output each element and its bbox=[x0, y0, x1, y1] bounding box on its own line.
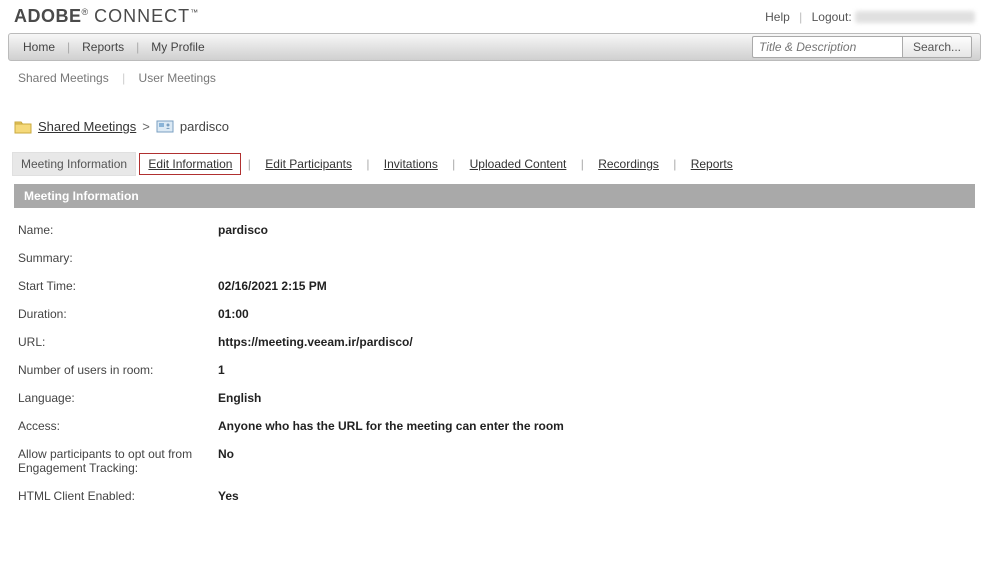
nav-my-profile[interactable]: My Profile bbox=[145, 40, 210, 54]
panel-title: Meeting Information bbox=[14, 184, 975, 208]
value-html-client: Yes bbox=[214, 482, 975, 510]
tab-edit-information[interactable]: Edit Information bbox=[139, 153, 241, 175]
separator: | bbox=[366, 157, 369, 171]
value-duration: 01:00 bbox=[214, 300, 975, 328]
folder-icon bbox=[14, 119, 32, 134]
label-html-client: HTML Client Enabled: bbox=[14, 482, 214, 510]
tab-meeting-information[interactable]: Meeting Information bbox=[12, 152, 136, 176]
tab-reports[interactable]: Reports bbox=[683, 153, 741, 175]
value-language: English bbox=[214, 384, 975, 412]
tab-uploaded-content[interactable]: Uploaded Content bbox=[462, 153, 575, 175]
separator: | bbox=[799, 10, 802, 24]
label-access: Access: bbox=[14, 412, 214, 440]
logout-link[interactable]: Logout: bbox=[812, 10, 852, 24]
username-redacted bbox=[855, 11, 975, 23]
label-start-time: Start Time: bbox=[14, 272, 214, 300]
value-opt-out: No bbox=[214, 440, 975, 482]
breadcrumb-shared-meetings[interactable]: Shared Meetings bbox=[38, 119, 136, 134]
row-duration: Duration: 01:00 bbox=[14, 300, 975, 328]
nav-reports[interactable]: Reports bbox=[76, 40, 130, 54]
logo-adobe: ADOBE bbox=[14, 6, 82, 26]
label-language: Language: bbox=[14, 384, 214, 412]
label-summary: Summary: bbox=[14, 244, 214, 272]
tab-invitations[interactable]: Invitations bbox=[376, 153, 446, 175]
breadcrumb-separator: > bbox=[142, 119, 150, 134]
label-name: Name: bbox=[14, 216, 214, 244]
help-link[interactable]: Help bbox=[765, 10, 790, 24]
subnav-shared-meetings[interactable]: Shared Meetings bbox=[18, 71, 109, 85]
subnav-user-meetings[interactable]: User Meetings bbox=[139, 71, 216, 85]
separator: | bbox=[122, 71, 125, 85]
logo: ADOBE® CONNECT™ bbox=[14, 6, 199, 27]
row-name: Name: pardisco bbox=[14, 216, 975, 244]
value-name: pardisco bbox=[214, 216, 975, 244]
row-url: URL: https://meeting.veeam.ir/pardisco/ bbox=[14, 328, 975, 356]
separator: | bbox=[248, 157, 251, 171]
label-num-users: Number of users in room: bbox=[14, 356, 214, 384]
value-start-time: 02/16/2021 2:15 PM bbox=[214, 272, 975, 300]
separator: | bbox=[136, 40, 139, 54]
search-input[interactable] bbox=[752, 36, 902, 58]
row-language: Language: English bbox=[14, 384, 975, 412]
label-url: URL: bbox=[14, 328, 214, 356]
value-access: Anyone who has the URL for the meeting c… bbox=[214, 412, 975, 440]
value-url[interactable]: https://meeting.veeam.ir/pardisco/ bbox=[218, 335, 413, 349]
logo-connect: CONNECT bbox=[94, 6, 190, 26]
separator: | bbox=[452, 157, 455, 171]
row-num-users: Number of users in room: 1 bbox=[14, 356, 975, 384]
label-opt-out: Allow participants to opt out from Engag… bbox=[14, 440, 214, 482]
label-duration: Duration: bbox=[14, 300, 214, 328]
search-button[interactable]: Search... bbox=[902, 36, 972, 58]
row-opt-out: Allow participants to opt out from Engag… bbox=[14, 440, 975, 482]
separator: | bbox=[67, 40, 70, 54]
meeting-icon bbox=[156, 119, 174, 134]
tab-recordings[interactable]: Recordings bbox=[590, 153, 667, 175]
tab-edit-participants[interactable]: Edit Participants bbox=[257, 153, 360, 175]
separator: | bbox=[673, 157, 676, 171]
value-summary bbox=[214, 244, 975, 272]
breadcrumb-current: pardisco bbox=[180, 119, 229, 134]
separator: | bbox=[581, 157, 584, 171]
breadcrumb: Shared Meetings > pardisco bbox=[0, 91, 989, 152]
row-summary: Summary: bbox=[14, 244, 975, 272]
nav-home[interactable]: Home bbox=[17, 40, 61, 54]
row-html-client: HTML Client Enabled: Yes bbox=[14, 482, 975, 510]
row-start-time: Start Time: 02/16/2021 2:15 PM bbox=[14, 272, 975, 300]
row-access: Access: Anyone who has the URL for the m… bbox=[14, 412, 975, 440]
value-num-users: 1 bbox=[214, 356, 975, 384]
